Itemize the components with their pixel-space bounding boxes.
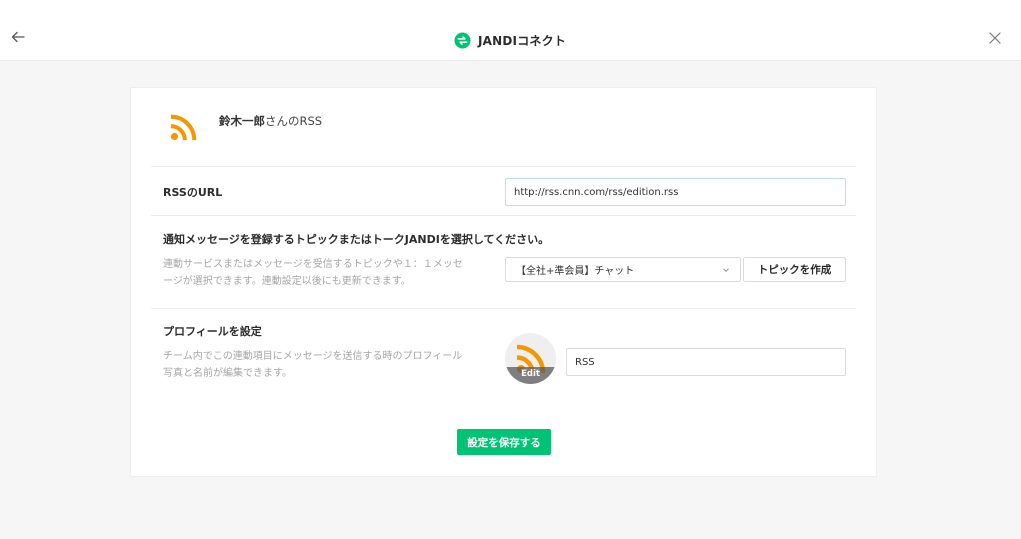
topic-desc-line: ージが選択できます。連動設定以後にも更新できます。 — [163, 276, 411, 287]
profile-name-input[interactable] — [566, 348, 846, 376]
divider — [151, 308, 856, 309]
rss-url-input[interactable] — [505, 178, 846, 206]
user-name: 鈴木一郎 — [219, 114, 265, 128]
top-bar: JANDIコネクト — [0, 0, 1021, 61]
divider — [151, 166, 856, 167]
rss-settings-card: 鈴木一郎さんのRSS RSSのURL 通知メッセージを登録するトピックまたはトー… — [130, 87, 877, 477]
profile-desc-line: 写真と名前が編集できます。 — [163, 368, 292, 379]
rss-url-label: RSSのURL — [163, 186, 223, 199]
profile-desc-line: チーム内でこの連動項目にメッセージを送信する時のプロフィール — [163, 351, 463, 362]
rss-owner-title: 鈴木一郎さんのRSS — [219, 113, 322, 129]
profile-section-label: プロフィールを設定 — [163, 325, 262, 338]
save-settings-button[interactable]: 設定を保存する — [457, 429, 551, 455]
topic-section-description: 連動サービスまたはメッセージを受信するトピックや１：１メッセ ージが選択できます… — [163, 256, 463, 290]
rss-title-suffix: さんのRSS — [265, 114, 323, 128]
avatar-edit-label[interactable]: Edit — [505, 367, 556, 384]
topic-select-value: 【全社+準会員】チャット — [516, 266, 635, 277]
topic-desc-line: 連動サービスまたはメッセージを受信するトピックや１：１メッセ — [163, 259, 463, 270]
create-topic-button[interactable]: トピックを作成 — [743, 257, 846, 282]
profile-avatar[interactable]: Edit — [505, 333, 556, 384]
page-title: JANDIコネクト — [478, 33, 567, 48]
divider — [151, 215, 856, 216]
app-brand: JANDIコネクト — [454, 30, 566, 50]
chevron-down-icon — [723, 267, 729, 272]
close-icon[interactable] — [988, 31, 1002, 45]
topic-section-label: 通知メッセージを登録するトピックまたはトークJANDIを選択してください。 — [163, 233, 550, 246]
jandi-connect-logo-icon — [454, 31, 471, 49]
profile-section-description: チーム内でこの連動項目にメッセージを送信する時のプロフィール 写真と名前が編集で… — [163, 348, 462, 382]
rss-icon — [170, 114, 197, 141]
back-arrow-icon[interactable] — [10, 29, 26, 45]
topic-select[interactable]: 【全社+準会員】チャット — [505, 257, 741, 282]
